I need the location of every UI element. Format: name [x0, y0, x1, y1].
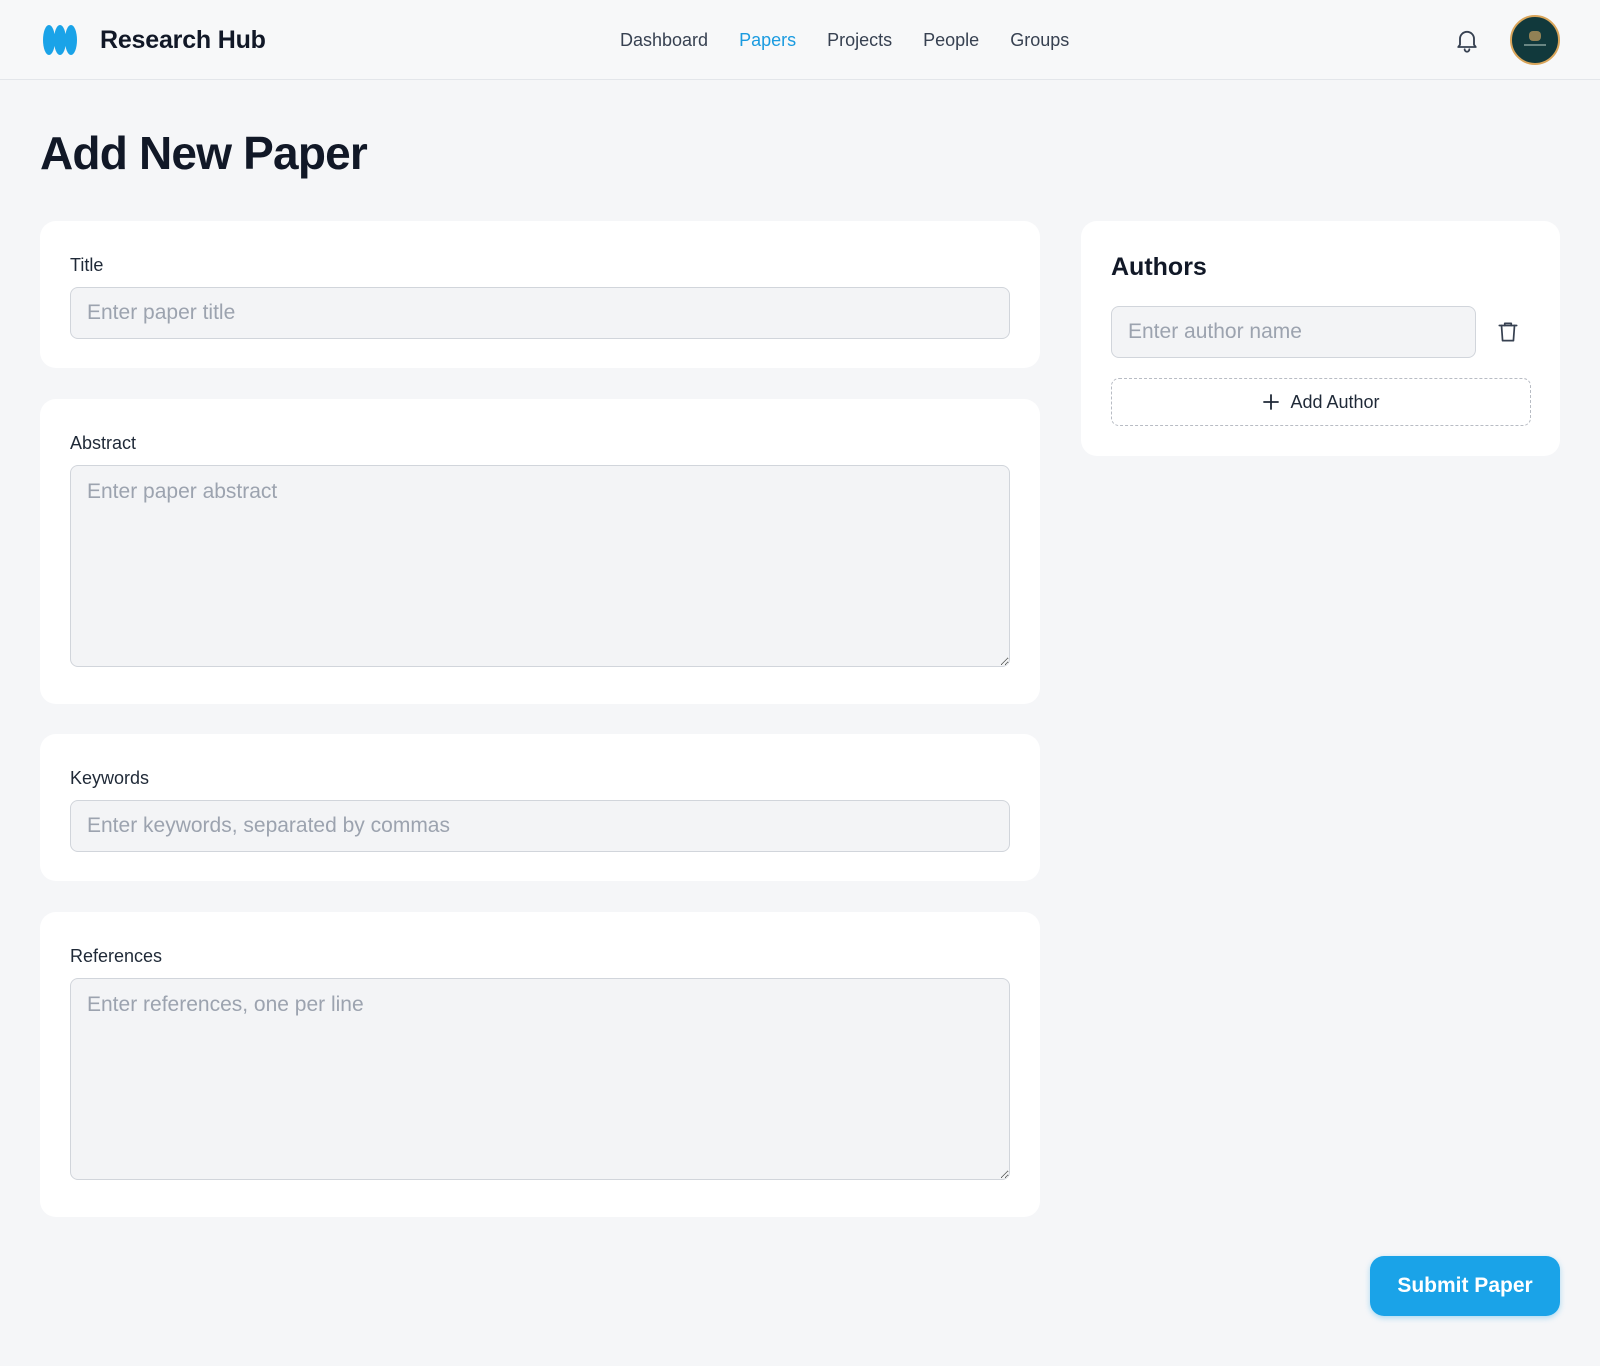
author-name-input[interactable] [1111, 306, 1476, 358]
brand-logo-icon [43, 25, 77, 55]
top-navigation-bar: Research Hub Dashboard Papers Projects P… [0, 0, 1600, 80]
trash-icon[interactable] [1495, 319, 1521, 345]
nav-item-dashboard[interactable]: Dashboard [620, 30, 708, 51]
add-author-label: Add Author [1290, 391, 1380, 412]
keywords-label: Keywords [70, 768, 150, 788]
authors-card: Authors Add Author [1081, 221, 1560, 456]
keywords-input[interactable] [70, 800, 1010, 852]
references-label: References [70, 946, 163, 966]
references-textarea[interactable] [70, 978, 1010, 1180]
abstract-label: Abstract [70, 433, 137, 453]
main-nav: Dashboard Papers Projects People Groups [620, 0, 1100, 80]
abstract-card: Abstract [40, 399, 1040, 704]
references-card: References [40, 912, 1040, 1217]
authors-heading: Authors [1111, 253, 1207, 281]
avatar-text-line [1524, 44, 1546, 46]
user-avatar[interactable] [1510, 15, 1560, 65]
keywords-card: Keywords [40, 734, 1040, 881]
bell-icon[interactable] [1453, 26, 1481, 54]
add-author-button[interactable]: Add Author [1111, 378, 1531, 426]
avatar-emblem-icon [1529, 31, 1541, 41]
plus-icon [1263, 394, 1280, 410]
nav-item-projects[interactable]: Projects [827, 30, 892, 51]
title-input[interactable] [70, 287, 1010, 339]
submit-paper-button[interactable]: Submit Paper [1370, 1256, 1560, 1316]
title-label: Title [70, 255, 104, 275]
brand-name: Research Hub [100, 25, 266, 54]
page-title: Add New Paper [40, 127, 368, 179]
nav-item-papers[interactable]: Papers [739, 30, 796, 51]
brand[interactable]: Research Hub [42, 20, 266, 60]
title-card: Title [40, 221, 1040, 368]
abstract-textarea[interactable] [70, 465, 1010, 667]
nav-item-people[interactable]: People [923, 30, 979, 51]
nav-item-groups[interactable]: Groups [1010, 30, 1069, 51]
